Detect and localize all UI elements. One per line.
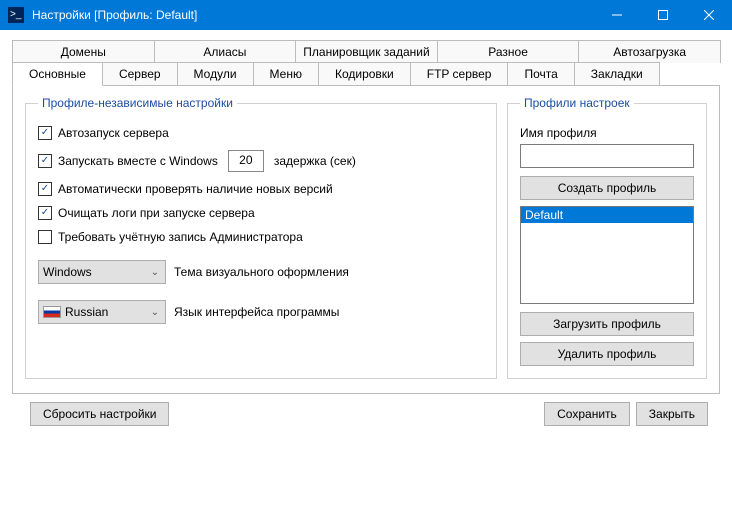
chevron-down-icon: ⌄ xyxy=(151,267,159,278)
tab-autoload[interactable]: Автозагрузка xyxy=(578,40,721,63)
delete-profile-label: Удалить профиль xyxy=(558,347,657,361)
label-autostart: Автозапуск сервера xyxy=(58,126,169,140)
tab-mail[interactable]: Почта xyxy=(507,62,574,85)
language-value: Russian xyxy=(65,305,108,319)
tab-misc[interactable]: Разное xyxy=(437,40,580,63)
delay-input[interactable]: 20 xyxy=(228,150,264,172)
maximize-button[interactable] xyxy=(640,0,686,30)
save-label: Сохранить xyxy=(557,407,617,421)
tab-ftp[interactable]: FTP сервер xyxy=(410,62,509,85)
load-profile-label: Загрузить профиль xyxy=(553,317,661,331)
window-controls xyxy=(594,0,732,30)
close-button[interactable] xyxy=(686,0,732,30)
load-profile-button[interactable]: Загрузить профиль xyxy=(520,312,694,336)
flag-russia-icon xyxy=(43,306,61,318)
minimize-button[interactable] xyxy=(594,0,640,30)
profile-independent-group: Профиле-независимые настройки ✓ Автозапу… xyxy=(25,96,497,379)
profile-independent-legend: Профиле-независимые настройки xyxy=(38,96,237,110)
reset-label: Сбросить настройки xyxy=(43,407,156,421)
tab-menu[interactable]: Меню xyxy=(253,62,319,85)
close-label: Закрыть xyxy=(649,407,695,421)
row-autostart: ✓ Автозапуск сервера xyxy=(38,126,484,140)
checkbox-autostart[interactable]: ✓ xyxy=(38,126,52,140)
checkbox-clear-logs[interactable]: ✓ xyxy=(38,206,52,220)
tab-server[interactable]: Сервер xyxy=(102,62,178,85)
row-check-updates: ✓ Автоматически проверять наличие новых … xyxy=(38,182,484,196)
profile-name-input[interactable] xyxy=(520,144,694,168)
bottom-bar: Сбросить настройки Сохранить Закрыть xyxy=(12,394,720,426)
reset-settings-button[interactable]: Сбросить настройки xyxy=(30,402,169,426)
create-profile-button[interactable]: Создать профиль xyxy=(520,176,694,200)
tab-encodings[interactable]: Кодировки xyxy=(318,62,411,85)
profiles-legend: Профили настроек xyxy=(520,96,634,110)
language-label: Язык интерфейса программы xyxy=(174,305,339,319)
tab-modules[interactable]: Модули xyxy=(177,62,254,85)
language-select[interactable]: Russian ⌄ xyxy=(38,300,166,324)
spacer xyxy=(169,402,538,426)
titlebar: >_ Настройки [Профиль: Default] xyxy=(0,0,732,30)
checkbox-with-windows[interactable]: ✓ xyxy=(38,154,52,168)
checkbox-check-updates[interactable]: ✓ xyxy=(38,182,52,196)
tab-bookmarks[interactable]: Закладки xyxy=(574,62,660,85)
window-body: Домены Алиасы Планировщик заданий Разное… xyxy=(0,30,732,438)
label-check-updates: Автоматически проверять наличие новых ве… xyxy=(58,182,333,196)
theme-label: Тема визуального оформления xyxy=(174,265,349,279)
profile-item-default[interactable]: Default xyxy=(521,207,693,223)
window-title: Настройки [Профиль: Default] xyxy=(32,8,197,22)
tab-domains[interactable]: Домены xyxy=(12,40,155,63)
row-language: Russian ⌄ Язык интерфейса программы xyxy=(38,300,484,324)
label-clear-logs: Очищать логи при запуске сервера xyxy=(58,206,255,220)
chevron-down-icon: ⌄ xyxy=(151,307,159,318)
app-icon: >_ xyxy=(8,7,24,23)
theme-value: Windows xyxy=(43,265,92,279)
row-theme: Windows ⌄ Тема визуального оформления xyxy=(38,260,484,284)
main-tab-content: Профиле-независимые настройки ✓ Автозапу… xyxy=(12,86,720,394)
prompt-glyph: >_ xyxy=(10,10,21,20)
create-profile-label: Создать профиль xyxy=(558,181,657,195)
row-clear-logs: ✓ Очищать логи при запуске сервера xyxy=(38,206,484,220)
label-require-admin: Требовать учётную запись Администратора xyxy=(58,230,303,244)
label-with-windows: Запускать вместе с Windows xyxy=(58,154,218,168)
profile-name-label: Имя профиля xyxy=(520,126,694,140)
row-require-admin: ✓ Требовать учётную запись Администратор… xyxy=(38,230,484,244)
label-delay: задержка (сек) xyxy=(274,154,356,168)
tab-row-bottom: Основные Сервер Модули Меню Кодировки FT… xyxy=(12,62,720,86)
tab-row-top: Домены Алиасы Планировщик заданий Разное… xyxy=(12,40,720,63)
close-dialog-button[interactable]: Закрыть xyxy=(636,402,708,426)
tab-scheduler[interactable]: Планировщик заданий xyxy=(295,40,438,63)
delete-profile-button[interactable]: Удалить профиль xyxy=(520,342,694,366)
checkbox-require-admin[interactable]: ✓ xyxy=(38,230,52,244)
tab-main[interactable]: Основные xyxy=(12,62,103,86)
tab-aliases[interactable]: Алиасы xyxy=(154,40,297,63)
save-button[interactable]: Сохранить xyxy=(544,402,630,426)
profiles-group: Профили настроек Имя профиля Создать про… xyxy=(507,96,707,379)
profiles-listbox[interactable]: Default xyxy=(520,206,694,304)
row-with-windows: ✓ Запускать вместе с Windows 20 задержка… xyxy=(38,150,484,172)
theme-select[interactable]: Windows ⌄ xyxy=(38,260,166,284)
